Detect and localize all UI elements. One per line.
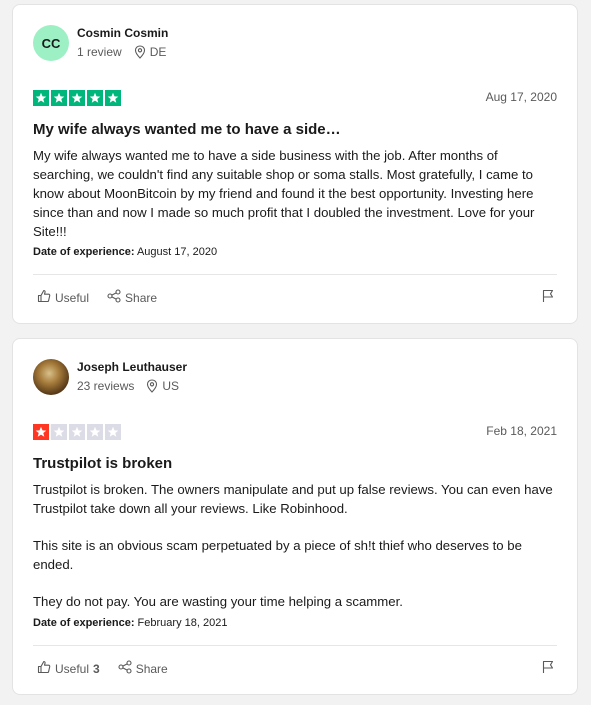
share-icon bbox=[107, 289, 125, 306]
date-of-experience: Date of experience: February 18, 2021 bbox=[33, 617, 227, 629]
divider bbox=[33, 274, 557, 275]
location-pin-icon bbox=[134, 45, 146, 59]
avatar[interactable]: CC bbox=[33, 25, 69, 61]
flag-icon[interactable] bbox=[541, 660, 555, 679]
thumbs-up-icon bbox=[37, 289, 55, 306]
share-label: Share bbox=[135, 661, 168, 676]
location-pin-icon bbox=[146, 379, 158, 393]
review-title[interactable]: Trustpilot is broken bbox=[33, 455, 172, 472]
review-paragraph: Trustpilot is broken. The owners manipul… bbox=[33, 482, 553, 516]
divider bbox=[33, 645, 557, 646]
review-actions: Useful 3 Share bbox=[37, 660, 186, 677]
star-icon bbox=[87, 90, 103, 106]
review-body: My wife always wanted me to have a side … bbox=[33, 146, 553, 241]
star-icon bbox=[105, 424, 121, 440]
star-rating bbox=[33, 90, 123, 106]
review-date: Feb 18, 2021 bbox=[486, 424, 557, 438]
experience-label: Date of experience: bbox=[33, 617, 135, 629]
star-icon bbox=[33, 424, 49, 440]
experience-date: August 17, 2020 bbox=[136, 246, 218, 258]
review-count: 23 reviews bbox=[77, 379, 135, 393]
review-paragraph: My wife always wanted me to have a side … bbox=[33, 148, 535, 239]
star-rating bbox=[33, 424, 123, 440]
review-title[interactable]: My wife always wanted me to have a side… bbox=[33, 121, 341, 138]
reviewer-meta: 23 reviews US bbox=[77, 379, 179, 393]
review-paragraph: This site is an obvious scam perpetuated… bbox=[33, 538, 522, 572]
share-icon bbox=[118, 660, 136, 677]
review-date: Aug 17, 2020 bbox=[485, 90, 557, 104]
useful-label: Useful bbox=[55, 290, 90, 305]
share-label: Share bbox=[125, 290, 158, 305]
review-count: 1 review bbox=[77, 45, 122, 59]
review-actions: Useful Share bbox=[37, 289, 175, 306]
experience-date: February 18, 2021 bbox=[137, 617, 228, 629]
reviewer-name[interactable]: Joseph Leuthauser bbox=[77, 360, 187, 374]
thumbs-up-icon bbox=[37, 660, 55, 677]
share-button[interactable]: Share bbox=[107, 289, 157, 306]
useful-button[interactable]: Useful bbox=[37, 289, 89, 306]
star-icon bbox=[51, 424, 67, 440]
star-icon bbox=[87, 424, 103, 440]
star-icon bbox=[33, 90, 49, 106]
useful-button[interactable]: Useful 3 bbox=[37, 660, 100, 677]
reviewer-meta: 1 review DE bbox=[77, 45, 166, 59]
review-card: CC Cosmin Cosmin 1 review DE Aug 17, 202… bbox=[12, 4, 578, 324]
review-body: Trustpilot is broken. The owners manipul… bbox=[33, 480, 553, 611]
flag-icon[interactable] bbox=[541, 289, 555, 308]
reviewer-name[interactable]: Cosmin Cosmin bbox=[77, 26, 168, 40]
reviewer-country: US bbox=[162, 379, 180, 393]
useful-label: Useful bbox=[55, 661, 90, 676]
date-of-experience: Date of experience: August 17, 2020 bbox=[33, 246, 217, 258]
share-button[interactable]: Share bbox=[118, 660, 168, 677]
star-icon bbox=[51, 90, 67, 106]
star-icon bbox=[69, 90, 85, 106]
star-icon bbox=[105, 90, 121, 106]
star-icon bbox=[69, 424, 85, 440]
review-paragraph: They do not pay. You are wasting your ti… bbox=[33, 594, 403, 609]
reviewer-country: DE bbox=[149, 45, 167, 59]
useful-count: 3 bbox=[93, 661, 100, 676]
experience-label: Date of experience: bbox=[33, 246, 135, 258]
avatar[interactable] bbox=[33, 359, 69, 395]
review-card: Joseph Leuthauser 23 reviews US Feb 18, … bbox=[12, 338, 578, 695]
